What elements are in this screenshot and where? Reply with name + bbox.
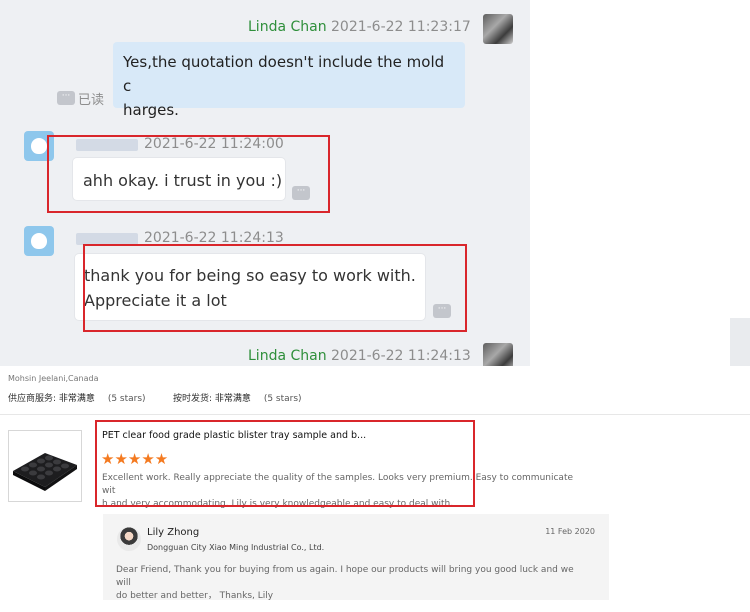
message-timestamp: 2021-6-22 11:24:13 — [331, 348, 471, 364]
rating-stars-text: (5 stars) — [107, 394, 146, 404]
avatar — [117, 527, 141, 551]
avatar[interactable] — [24, 226, 54, 256]
review-panel: Mohsin Jeelani,Canada 供应商服务: 非常满意 (5 sta… — [0, 366, 750, 612]
highlight-box — [83, 244, 467, 332]
read-receipt-icon: ··· — [57, 91, 75, 105]
reply-company: Dongguan City Xiao Ming Industrial Co., … — [147, 543, 325, 552]
read-status: 已读 — [78, 93, 105, 108]
rating-stars-text: (5 stars) — [263, 394, 302, 404]
product-thumbnail[interactable] — [8, 430, 82, 502]
delivery-rating: 按时发货: 非常满意 (5 stars) — [173, 391, 302, 404]
reply-date: 11 Feb 2020 — [545, 527, 595, 536]
rating-label: 供应商服务: — [8, 394, 57, 404]
buyer-name: Mohsin Jeelani,Canada — [8, 374, 99, 383]
sender-name: Linda Chan — [248, 19, 327, 35]
highlight-box — [95, 420, 475, 507]
message-timestamp: 2021-6-22 11:23:17 — [331, 19, 471, 35]
reply-text-line: do better and better， Thanks, Lily — [116, 591, 274, 601]
avatar[interactable] — [483, 343, 513, 366]
contact-avatar-icon — [31, 233, 47, 249]
highlight-box — [47, 135, 330, 213]
reply-text: Dear Friend, Thank you for buying from u… — [116, 564, 586, 603]
blister-tray-image — [13, 453, 77, 491]
scroll-strip — [730, 318, 750, 366]
message-text-line: Yes,the quotation doesn't include the mo… — [123, 53, 445, 95]
supplier-service-rating: 供应商服务: 非常满意 (5 stars) — [8, 391, 146, 404]
rating-label: 按时发货: — [173, 394, 213, 404]
divider — [0, 414, 750, 415]
sender-name: Linda Chan — [248, 348, 327, 364]
reply-author-name: Lily Zhong — [147, 527, 200, 538]
chat-window: Linda Chan 2021-6-22 11:23:17 Yes,the qu… — [0, 0, 530, 366]
message-text-line: harges. — [123, 101, 179, 119]
reply-text-line: Dear Friend, Thank you for buying from u… — [116, 565, 574, 588]
contact-avatar-icon — [31, 138, 47, 154]
seller-reply: Lily Zhong Dongguan City Xiao Ming Indus… — [103, 514, 609, 603]
rating-value: 非常满意 — [58, 394, 95, 404]
avatar[interactable] — [483, 14, 513, 44]
message-bubble-outgoing[interactable]: Yes,the quotation doesn't include the mo… — [113, 42, 465, 119]
rating-value: 非常满意 — [214, 394, 251, 404]
